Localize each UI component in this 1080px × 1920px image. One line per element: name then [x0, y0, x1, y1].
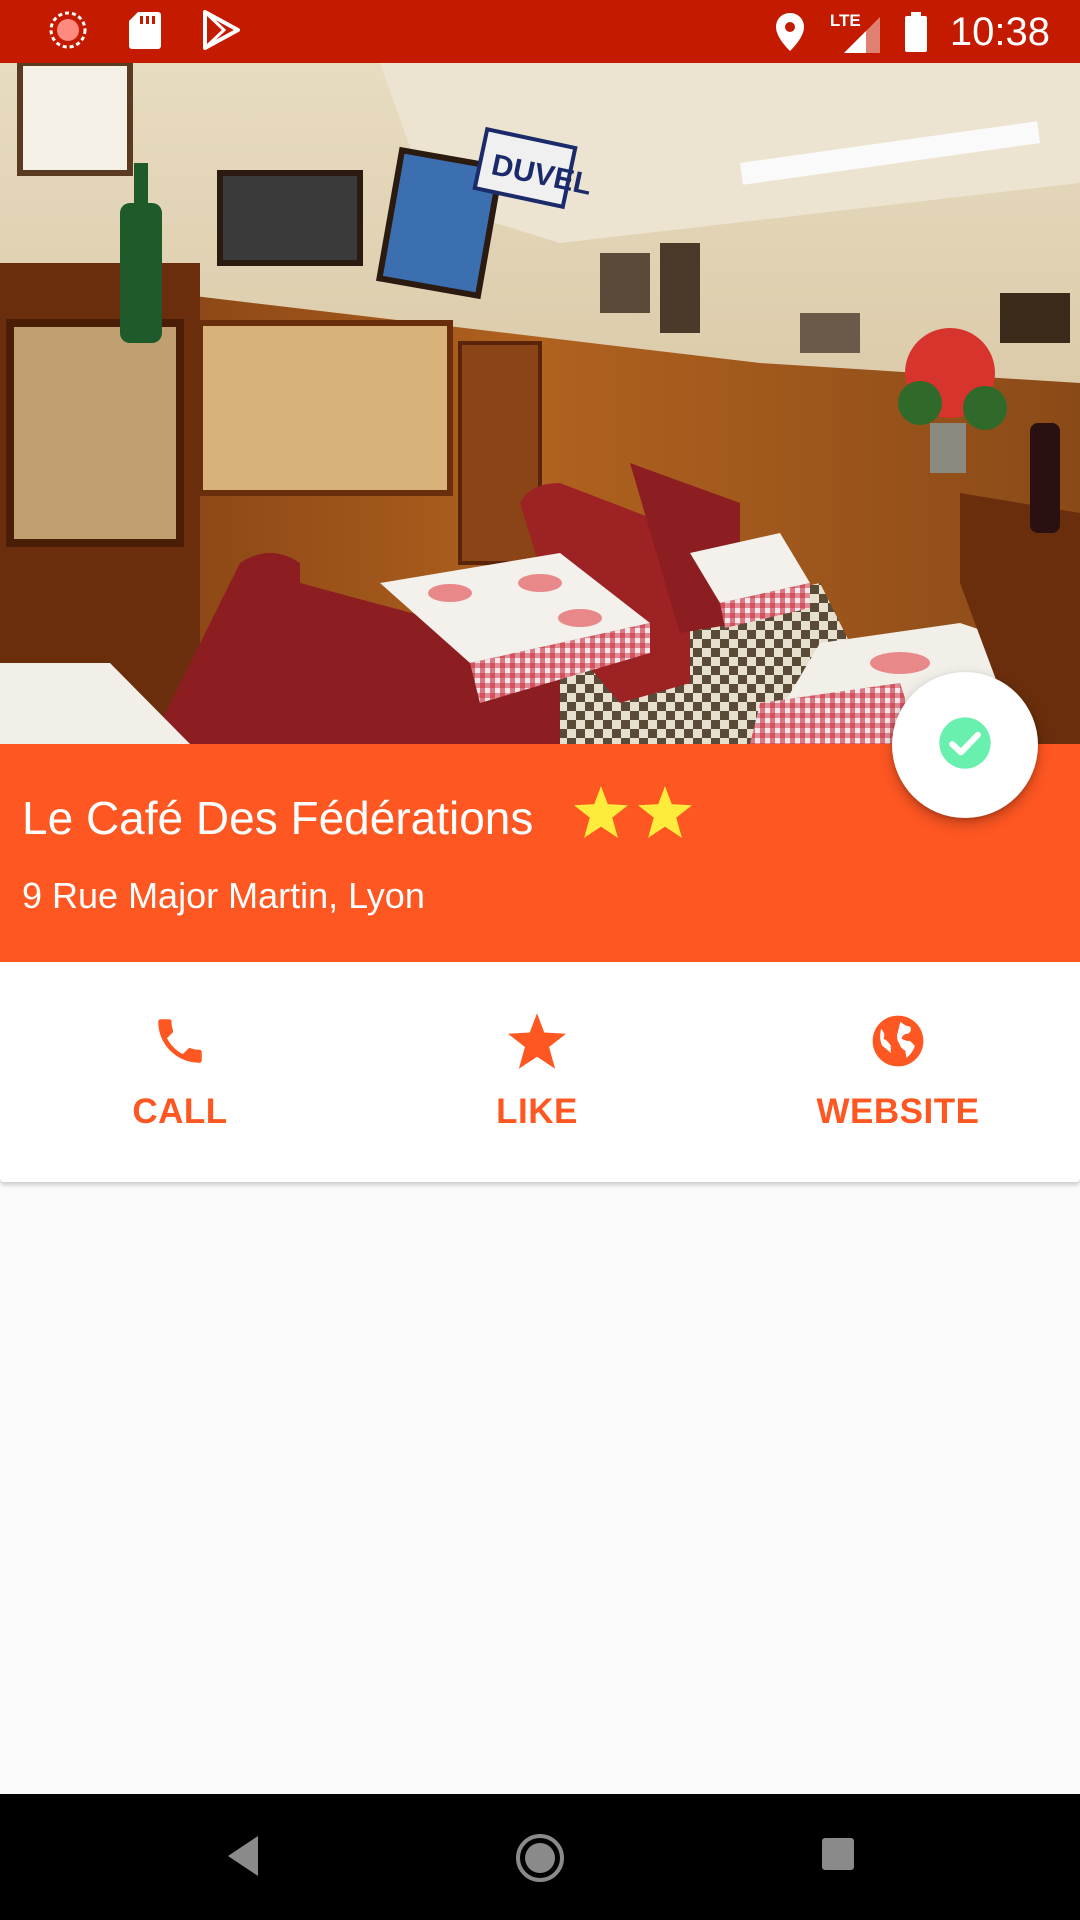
- rating-stars: [574, 786, 692, 843]
- signal-icon: LTE: [828, 7, 882, 57]
- call-label: CALL: [132, 1092, 228, 1131]
- visited-fab-button[interactable]: [892, 672, 1038, 818]
- restaurant-name: Le Café Des Fédérations: [22, 792, 534, 844]
- location-icon: [774, 11, 806, 53]
- play-store-icon: [202, 10, 240, 50]
- battery-icon: [904, 11, 928, 53]
- phone-icon: [151, 1006, 209, 1076]
- status-bar: LTE 10:38: [0, 0, 1080, 63]
- globe-icon: [869, 1006, 927, 1076]
- restaurant-photo: DUVEL: [0, 63, 1080, 744]
- home-icon[interactable]: [514, 1832, 566, 1889]
- status-time: 10:38: [949, 10, 1050, 54]
- like-label: LIKE: [496, 1092, 578, 1131]
- restaurant-address: 9 Rue Major Martin, Lyon: [22, 875, 425, 916]
- website-label: WEBSITE: [816, 1092, 980, 1131]
- like-button[interactable]: LIKE: [357, 962, 717, 1182]
- sd-card-icon: [128, 10, 162, 50]
- rating-star-icon: [574, 786, 628, 843]
- call-button[interactable]: CALL: [0, 962, 360, 1182]
- notification-icon: [48, 10, 88, 50]
- action-bar: CALL LIKE WEBSITE: [0, 962, 1080, 1182]
- back-icon[interactable]: [222, 1828, 262, 1889]
- navigation-bar: [0, 1794, 1080, 1920]
- check-circle-icon: [937, 715, 993, 776]
- recents-icon[interactable]: [820, 1836, 856, 1877]
- star-icon: [508, 1006, 566, 1076]
- website-button[interactable]: WEBSITE: [718, 962, 1078, 1182]
- rating-star-icon: [638, 786, 692, 843]
